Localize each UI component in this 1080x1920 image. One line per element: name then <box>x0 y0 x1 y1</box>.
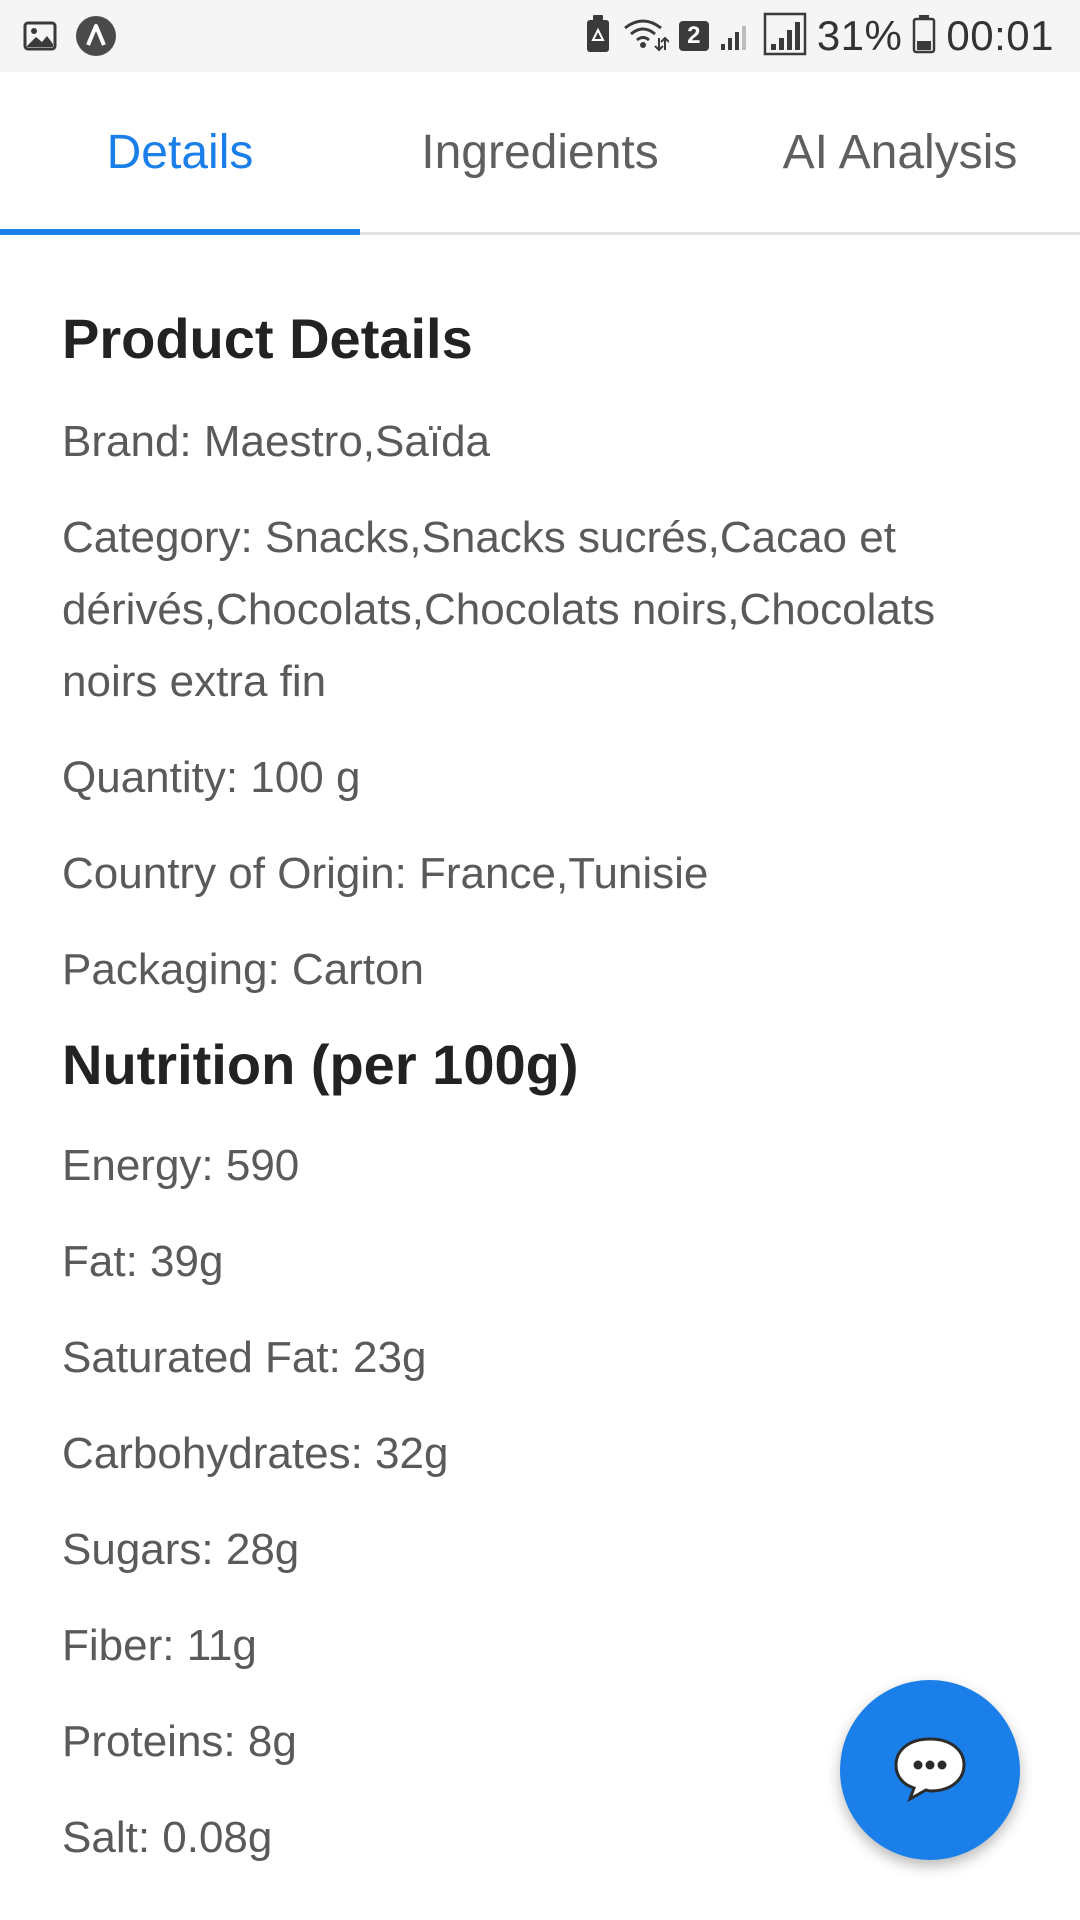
app-logo-icon <box>74 14 118 63</box>
product-details-heading: Product Details <box>62 307 473 370</box>
tab-ai-analysis[interactable]: AI Analysis <box>720 72 1080 232</box>
chat-fab-button[interactable] <box>840 1680 1020 1860</box>
energy-row: Energy: 590 <box>62 1141 300 1190</box>
carbohydrates-row: Carbohydrates: 32g <box>62 1429 449 1478</box>
status-bar: 2 31% 00:01 <box>0 0 1080 72</box>
details-content: Product Details Brand: Maestro,Saïda Cat… <box>62 232 1022 1898</box>
packaging-row: Packaging: Carton <box>62 945 424 994</box>
sim-2-signal-icon <box>719 16 753 57</box>
fat-row: Fat: 39g <box>62 1237 224 1286</box>
chat-bubble-icon <box>890 1733 970 1808</box>
app-screen: 2 31% 00:01 Details Ingredients AI Analy… <box>0 0 1080 1920</box>
clean-battery-icon <box>585 14 611 59</box>
category-row: Category: Snacks,Snacks sucrés,Cacao et … <box>62 513 936 706</box>
tab-bar: Details Ingredients AI Analysis <box>0 72 1080 235</box>
nutrition-heading: Nutrition (per 100g) <box>62 1033 579 1096</box>
battery-percent: 31% <box>816 12 903 59</box>
tab-details[interactable]: Details <box>0 72 360 235</box>
sim-2-badge: 2 <box>678 21 709 51</box>
cell-signal-icon <box>763 12 807 61</box>
image-icon <box>22 18 58 59</box>
clock: 00:01 <box>946 12 1054 59</box>
status-bar-right: 2 31% 00:01 <box>585 10 1054 62</box>
fiber-row: Fiber: 11g <box>62 1621 257 1670</box>
status-bar-left <box>22 14 118 63</box>
wifi-icon <box>621 14 670 59</box>
saturated-fat-row: Saturated Fat: 23g <box>62 1333 427 1382</box>
battery-icon <box>912 14 936 59</box>
brand-row: Brand: Maestro,Saïda <box>62 417 491 466</box>
country-row: Country of Origin: France,Tunisie <box>62 849 709 898</box>
tab-ingredients[interactable]: Ingredients <box>360 72 720 232</box>
quantity-row: Quantity: 100 g <box>62 753 361 802</box>
sugars-row: Sugars: 28g <box>62 1525 300 1574</box>
